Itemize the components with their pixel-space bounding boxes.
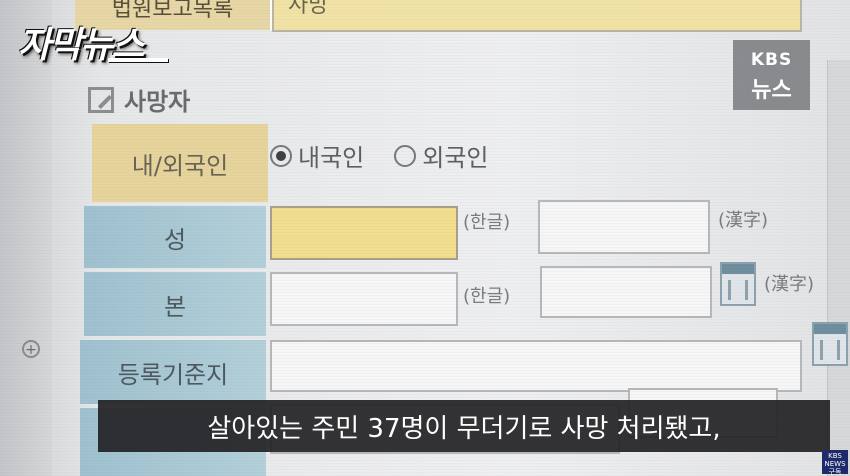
clan-korean-input[interactable] bbox=[270, 272, 458, 326]
surname-korean-input[interactable] bbox=[270, 206, 458, 260]
kbs-logo-line2: 뉴스 bbox=[751, 78, 792, 103]
clan-hanja-tag: (漢字) bbox=[764, 274, 815, 295]
subscribe-badge[interactable]: KBS NEWS 구독 bbox=[822, 450, 848, 476]
radio-foreign-label: 외국인 bbox=[422, 144, 489, 172]
section-title: 사망자 bbox=[88, 82, 190, 117]
left-panel-strip bbox=[0, 0, 52, 476]
expand-icon[interactable]: + bbox=[22, 340, 40, 358]
badge-line1: KBS bbox=[828, 452, 842, 460]
court-report-field[interactable]: 사망 bbox=[272, 0, 802, 32]
edit-icon bbox=[88, 86, 114, 113]
registration-input[interactable] bbox=[270, 340, 802, 392]
badge-line2: NEWS bbox=[824, 460, 846, 468]
clan-hanja-input[interactable] bbox=[540, 266, 712, 318]
radio-unselected-icon[interactable] bbox=[394, 144, 417, 167]
clan-label: 본 bbox=[84, 272, 266, 336]
scrollbar[interactable] bbox=[827, 60, 850, 476]
kbs-logo-line1: KBS bbox=[750, 50, 793, 70]
radio-domestic[interactable]: 내국인 bbox=[270, 138, 364, 173]
surname-label: 성 bbox=[84, 206, 266, 268]
surname-korean-tag: (한글) bbox=[463, 212, 511, 233]
hanja-lookup-icon[interactable] bbox=[720, 262, 756, 306]
radio-domestic-label: 내국인 bbox=[298, 144, 365, 172]
nationality-label: 내/외국인 bbox=[92, 124, 268, 202]
registration-label: 등록기준지 bbox=[80, 340, 266, 404]
radio-selected-icon[interactable] bbox=[270, 144, 292, 167]
subtitle-caption: 살아있는 주민 37명이 무더기로 사망 처리됐고, bbox=[98, 400, 830, 452]
address-search-icon[interactable] bbox=[812, 322, 848, 366]
clan-korean-tag: (한글) bbox=[463, 286, 511, 307]
nationality-radio-group: 내국인 외국인 bbox=[270, 138, 519, 173]
radio-foreign[interactable]: 외국인 bbox=[394, 138, 489, 173]
surname-hanja-input[interactable] bbox=[538, 200, 710, 254]
kbs-news-logo: KBS 뉴스 bbox=[733, 40, 810, 110]
badge-line3: 구독 bbox=[828, 468, 842, 476]
section-title-text: 사망자 bbox=[124, 88, 191, 116]
program-logo: 자막뉴스 bbox=[18, 16, 169, 68]
surname-hanja-tag: (漢字) bbox=[718, 210, 769, 231]
